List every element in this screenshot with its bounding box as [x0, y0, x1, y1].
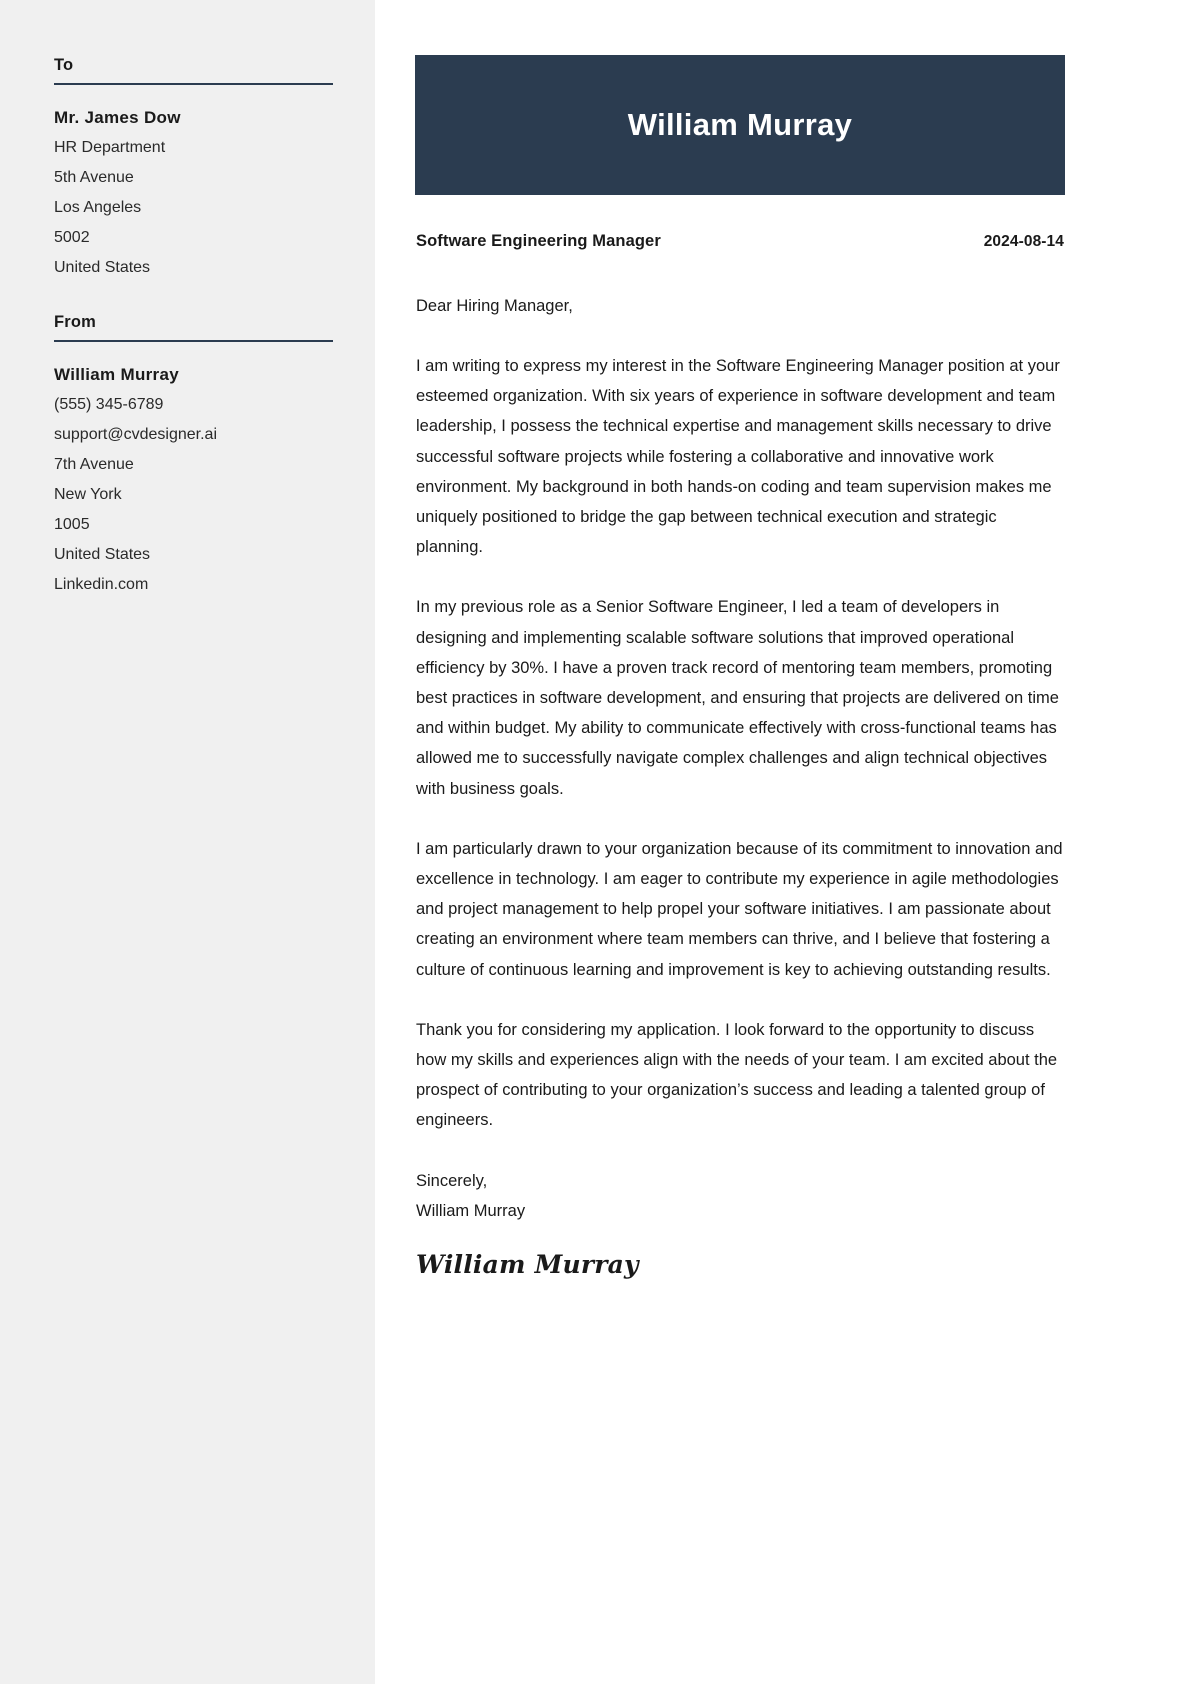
recipient-line: HR Department: [54, 139, 166, 156]
salutation: Dear Hiring Manager,: [416, 297, 573, 315]
recipient-line: Los Angeles: [54, 199, 142, 216]
letter-main: William Murray Software Engineering Mana…: [375, 0, 1200, 1684]
sender-line: New York: [54, 486, 122, 503]
recipient-name: Mr. James Dow: [54, 108, 181, 127]
sender-line: 7th Avenue: [54, 456, 134, 473]
recipient-line: 5002: [54, 229, 90, 246]
contact-sidebar: To Mr. James Dow HR Department 5th Avenu…: [0, 0, 375, 1684]
to-divider: [54, 83, 333, 85]
sender-linkedin: Linkedin.com: [54, 576, 149, 593]
from-divider: [54, 340, 333, 342]
signature: William Murray: [416, 1249, 639, 1279]
recipient-line: 5th Avenue: [54, 169, 134, 186]
sender-phone: (555) 345-6789: [54, 396, 164, 413]
letter-paragraph: Thank you for considering my application…: [416, 1020, 1058, 1130]
letter-paragraph: I am writing to express my interest in t…: [416, 357, 1060, 557]
sender-name: William Murray: [54, 365, 179, 384]
from-heading: From: [54, 313, 97, 331]
recipient-block: To Mr. James Dow HR Department 5th Avenu…: [54, 56, 333, 283]
recipient-line: United States: [54, 259, 151, 276]
sender-email: support@cvdesigner.ai: [54, 426, 217, 443]
name-banner: William Murray: [415, 55, 1065, 195]
to-heading: To: [54, 56, 74, 74]
letter-content: Software Engineering Manager 2024-08-14 …: [416, 232, 1064, 1279]
letter-paragraph: In my previous role as a Senior Software…: [416, 598, 1059, 798]
letter-paragraph: I am particularly drawn to your organiza…: [416, 839, 1063, 979]
closing-name: William Murray: [416, 1201, 526, 1220]
sender-block: From William Murray (555) 345-6789 suppo…: [54, 313, 333, 600]
job-title: Software Engineering Manager: [416, 232, 661, 250]
letter-title-row: Software Engineering Manager 2024-08-14: [416, 232, 1064, 251]
cover-letter-page: To Mr. James Dow HR Department 5th Avenu…: [0, 0, 1200, 1684]
banner-name-text: William Murray: [627, 107, 853, 142]
sender-line: United States: [54, 546, 151, 563]
letter-date: 2024-08-14: [983, 233, 1064, 250]
closing-word: Sincerely,: [416, 1171, 488, 1190]
sender-line: 1005: [54, 516, 90, 533]
